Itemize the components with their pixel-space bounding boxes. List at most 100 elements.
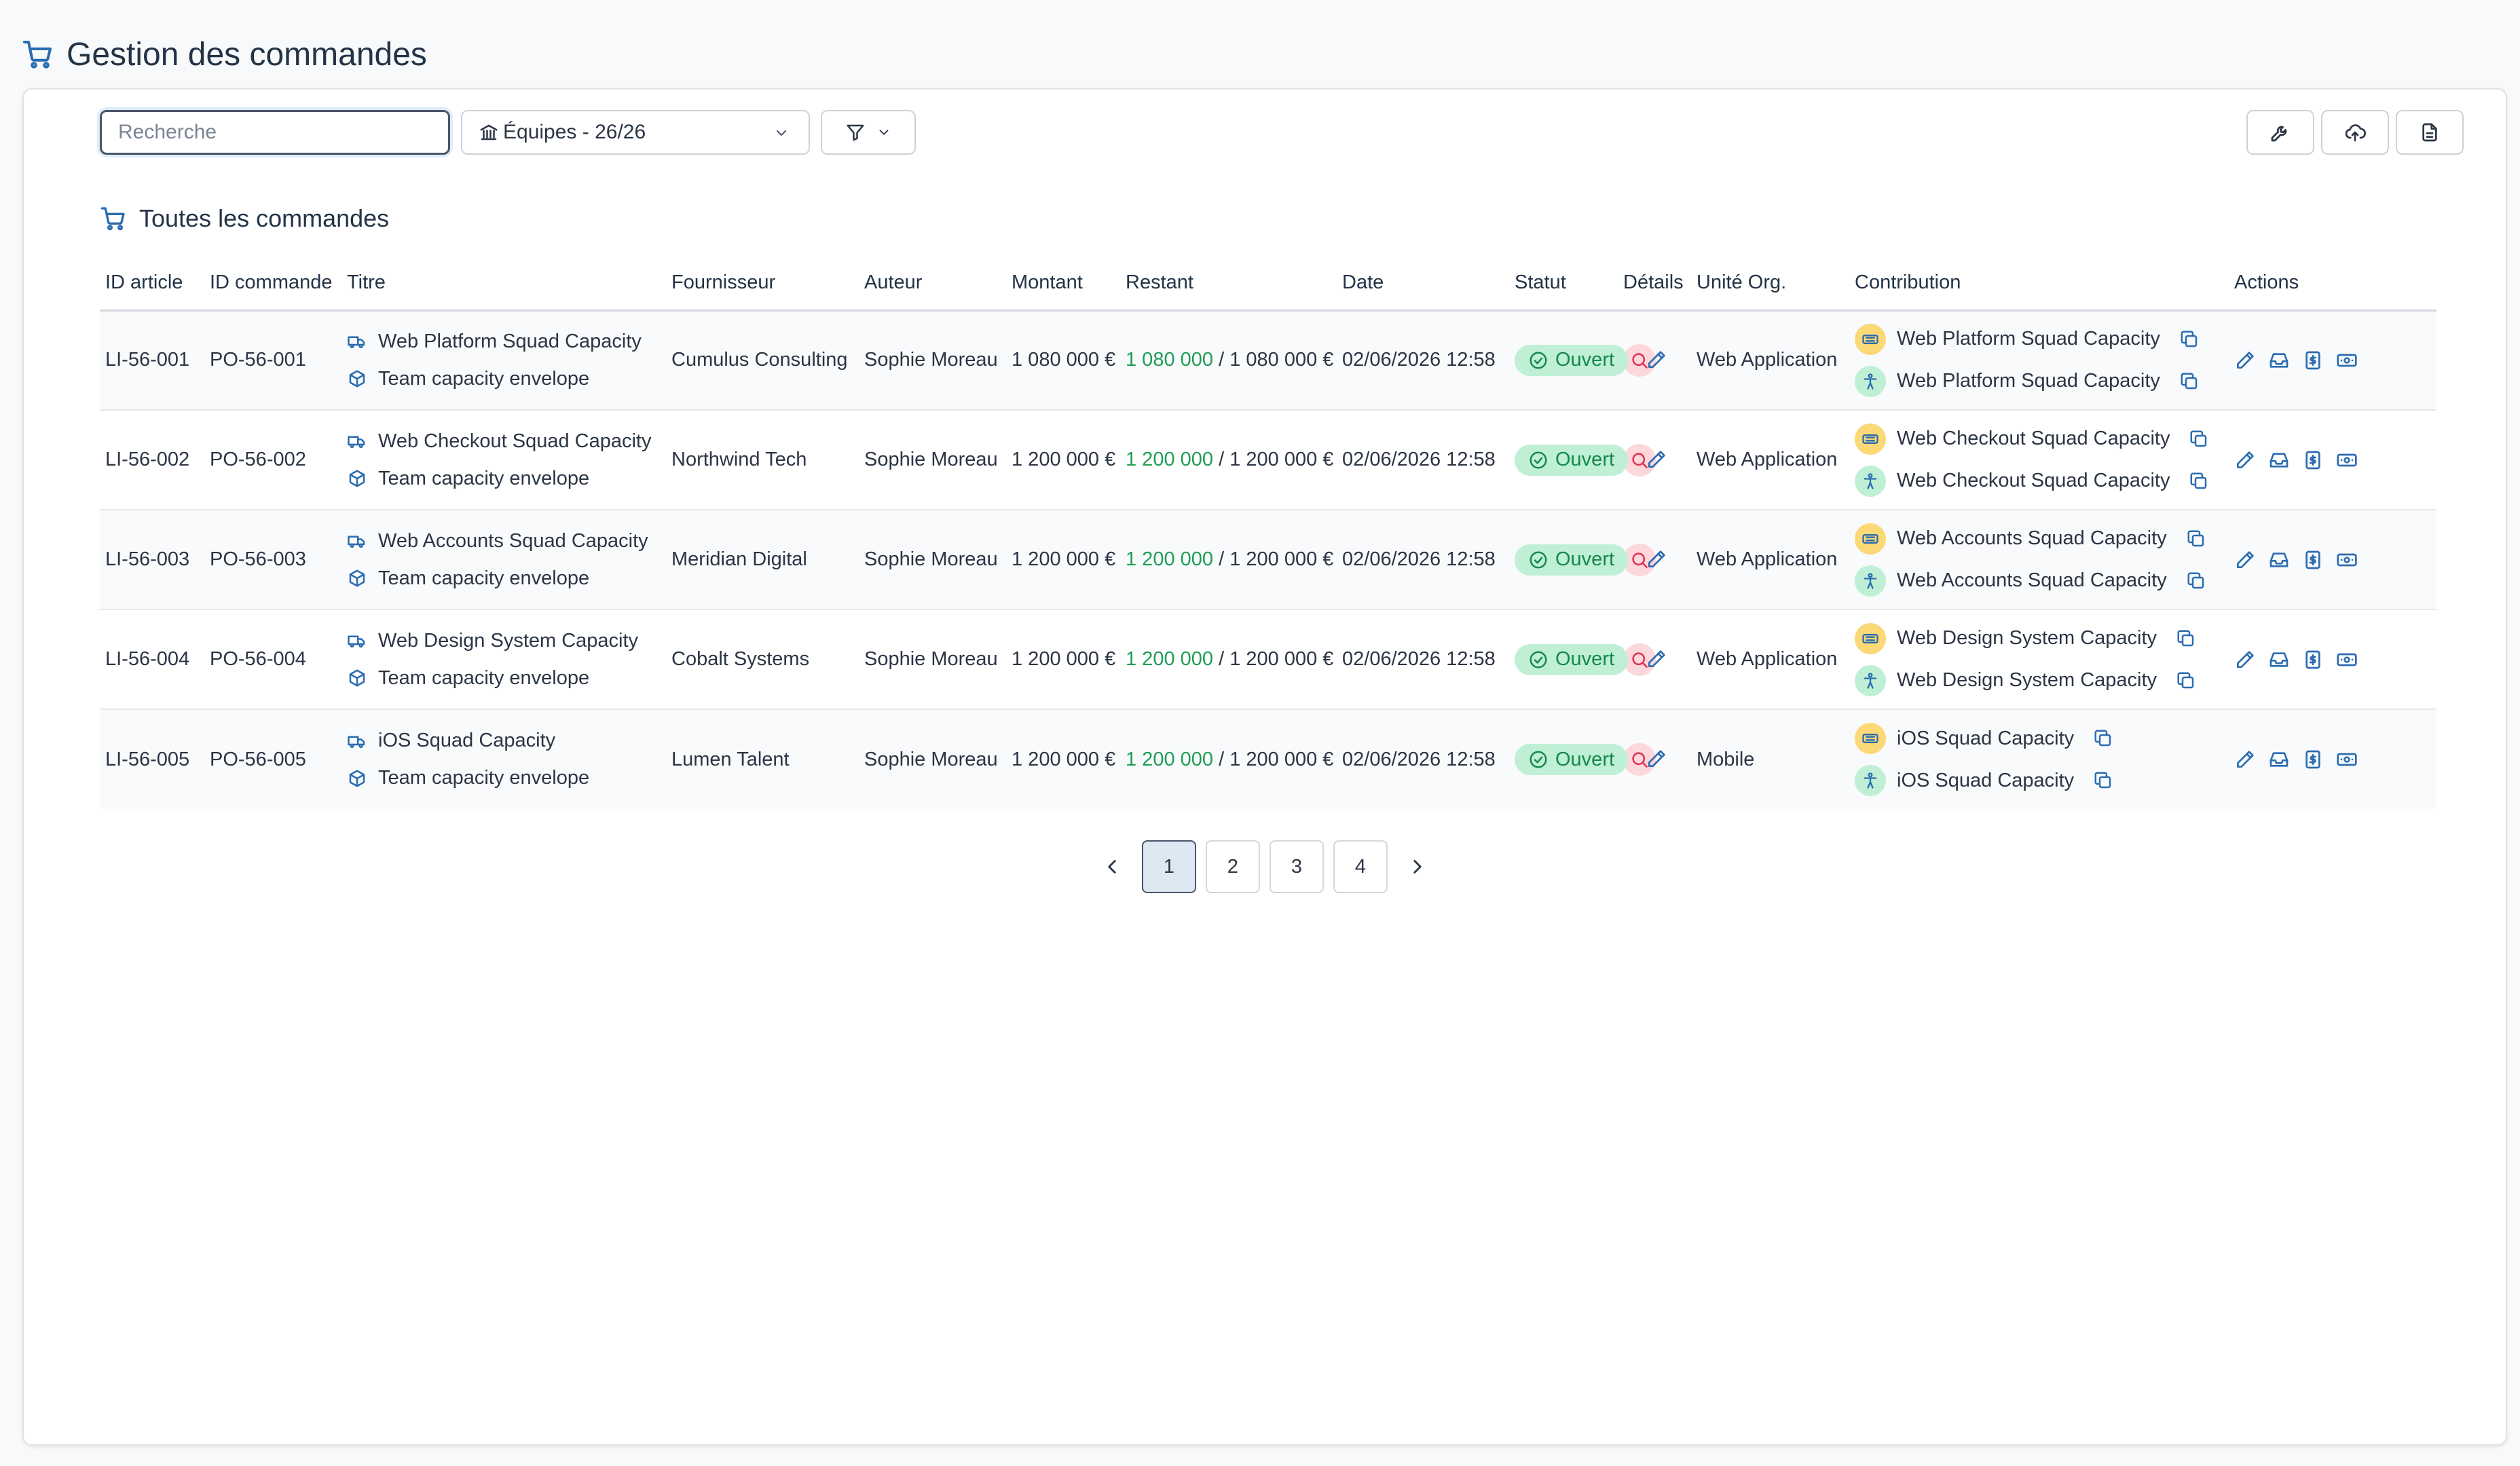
payment-icon[interactable] xyxy=(2336,749,2358,770)
date-cell: 02/06/2026 12:58 xyxy=(1342,548,1496,570)
column-header[interactable]: ID article xyxy=(100,256,204,312)
invoice-icon[interactable] xyxy=(2302,649,2324,671)
column-header[interactable]: Fournisseur xyxy=(666,256,859,312)
column-header[interactable]: Détails xyxy=(1618,256,1691,312)
column-header[interactable]: Statut xyxy=(1509,256,1618,312)
upload-button[interactable] xyxy=(2321,110,2389,155)
column-header[interactable]: Auteur xyxy=(859,256,1006,312)
invoice-icon[interactable] xyxy=(2302,549,2324,571)
column-header[interactable]: Titre xyxy=(341,256,666,312)
copy-icon[interactable] xyxy=(2179,329,2200,350)
payment-icon[interactable] xyxy=(2336,549,2358,571)
contribution-cell: Web Design System Capacity Web Design Sys… xyxy=(1849,609,2229,709)
payment-icon[interactable] xyxy=(2336,449,2358,471)
contribution-badge xyxy=(1855,365,1886,397)
title-cell: Web Accounts Squad Capacity Team capacity… xyxy=(341,510,666,609)
edit-icon[interactable] xyxy=(2234,350,2256,371)
inbox-icon[interactable] xyxy=(2268,449,2290,471)
contribution-label: iOS Squad Capacity xyxy=(1897,727,2075,749)
column-header[interactable]: Contribution xyxy=(1849,256,2229,312)
column-header[interactable]: Montant xyxy=(1006,256,1120,312)
contribution-cell: Web Platform Squad Capacity Web Platform … xyxy=(1849,310,2229,410)
copy-icon[interactable] xyxy=(2093,770,2113,791)
column-header[interactable]: ID commande xyxy=(204,256,341,312)
filter-button[interactable] xyxy=(821,110,916,155)
edit-icon[interactable] xyxy=(2234,649,2256,671)
supplier-cell: Cobalt Systems xyxy=(671,648,810,670)
remaining-cell: 1 200 000 / 1 200 000 € xyxy=(1120,609,1337,709)
remaining-value: 1 200 000 xyxy=(1126,449,1214,470)
inbox-icon[interactable] xyxy=(2268,749,2290,770)
author-cell: Sophie Moreau xyxy=(864,548,998,570)
column-header[interactable]: Unité Org. xyxy=(1691,256,1849,312)
copy-icon[interactable] xyxy=(2189,429,2209,449)
copy-icon[interactable] xyxy=(2186,529,2206,549)
document-button[interactable] xyxy=(2396,110,2464,155)
article-id-cell: LI-56-003 xyxy=(105,548,190,570)
cart-icon xyxy=(22,38,54,71)
copy-icon[interactable] xyxy=(2179,371,2200,392)
table-header-row: ID article ID commande Titre Fournisseur… xyxy=(100,256,2436,312)
order-title: Web Accounts Squad Capacity xyxy=(378,529,648,552)
search-input[interactable] xyxy=(100,110,450,155)
actions-cell xyxy=(2229,609,2436,709)
teams-select[interactable]: Équipes - 26/26 xyxy=(461,110,810,155)
previous-page-button[interactable] xyxy=(1092,840,1132,893)
invoice-icon[interactable] xyxy=(2302,350,2324,371)
copy-icon[interactable] xyxy=(2176,671,2196,691)
contribution-label: Web Design System Capacity xyxy=(1897,669,2157,691)
copy-icon[interactable] xyxy=(2093,728,2113,749)
package-icon xyxy=(347,468,367,489)
payment-icon[interactable] xyxy=(2336,649,2358,671)
search-icon xyxy=(1629,650,1650,670)
page-button-3[interactable]: 3 xyxy=(1270,840,1324,893)
edit-icon[interactable] xyxy=(2234,549,2256,571)
page-button-1[interactable]: 1 xyxy=(1142,840,1196,893)
invoice-icon[interactable] xyxy=(2302,749,2324,770)
contribution-badge xyxy=(1855,723,1886,754)
contribution-badge xyxy=(1855,323,1886,355)
supplier-cell: Meridian Digital xyxy=(671,548,807,570)
chevron-left-icon xyxy=(1100,855,1124,878)
article-id-cell: LI-56-005 xyxy=(105,748,190,770)
page-button-4[interactable]: 4 xyxy=(1333,840,1388,893)
next-page-button[interactable] xyxy=(1397,840,1438,893)
inbox-icon[interactable] xyxy=(2268,549,2290,571)
copy-icon[interactable] xyxy=(2176,628,2196,649)
table-row: LI-56-004 PO-56-004 Web Design System Capa… xyxy=(100,609,2436,709)
settings-button[interactable] xyxy=(2246,110,2314,155)
column-header[interactable]: Date xyxy=(1337,256,1509,312)
person-icon xyxy=(1861,571,1880,590)
copy-icon[interactable] xyxy=(2186,571,2206,591)
search-icon xyxy=(1629,550,1650,570)
edit-icon[interactable] xyxy=(2234,449,2256,471)
contribution-cell: Web Accounts Squad Capacity Web Accounts … xyxy=(1849,510,2229,609)
date-cell: 02/06/2026 12:58 xyxy=(1342,349,1496,371)
supplier-cell: Northwind Tech xyxy=(671,449,807,470)
contribution-label: Web Accounts Squad Capacity xyxy=(1897,527,2167,549)
inbox-icon[interactable] xyxy=(2268,649,2290,671)
column-header[interactable]: Restant xyxy=(1120,256,1337,312)
truck-icon xyxy=(347,531,367,551)
column-header[interactable]: Actions xyxy=(2229,256,2436,312)
edit-icon[interactable] xyxy=(2234,749,2256,770)
chevron-right-icon xyxy=(1406,855,1429,878)
invoice-icon[interactable] xyxy=(2302,449,2324,471)
remaining-cell: 1 200 000 / 1 200 000 € xyxy=(1120,510,1337,609)
page-button-2[interactable]: 2 xyxy=(1206,840,1260,893)
payment-icon[interactable] xyxy=(2336,350,2358,371)
package-icon xyxy=(347,768,367,789)
status-badge: Ouvert xyxy=(1515,544,1629,576)
contribution-label: Web Design System Capacity xyxy=(1897,627,2157,649)
copy-icon[interactable] xyxy=(2189,471,2209,491)
order-id-cell: PO-56-004 xyxy=(210,648,306,670)
inbox-icon[interactable] xyxy=(2268,350,2290,371)
remaining-value: 1 200 000 xyxy=(1126,548,1214,570)
org-unit-cell: Mobile xyxy=(1697,748,1755,770)
actions-cell xyxy=(2229,410,2436,510)
status-cell: Ouvert xyxy=(1509,410,1665,510)
ticket-icon xyxy=(1861,629,1880,648)
org-unit-cell: Web Application xyxy=(1697,349,1838,371)
order-subtitle: Team capacity envelope xyxy=(378,666,590,689)
org-unit-cell: Web Application xyxy=(1697,548,1838,570)
